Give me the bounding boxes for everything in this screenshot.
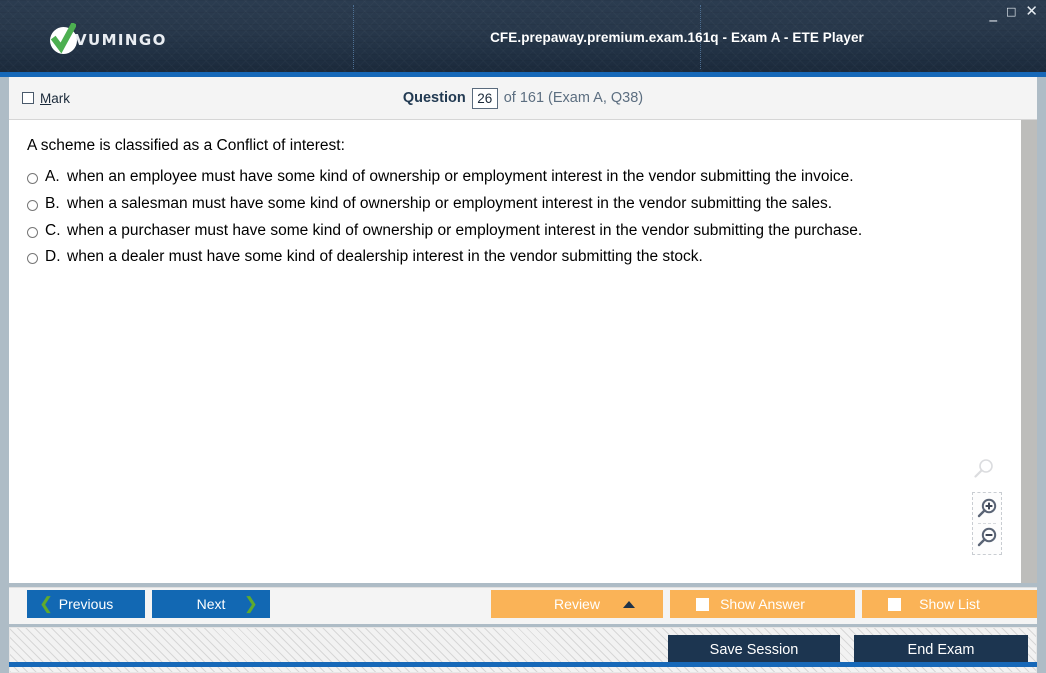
magnifier-icon[interactable]	[972, 457, 996, 481]
minimize-icon[interactable]: _	[990, 6, 998, 21]
zoom-tools	[972, 457, 1002, 555]
question-stem: A scheme is classified as a Conflict of …	[27, 137, 345, 154]
question-number-input[interactable]	[471, 87, 498, 109]
option-text-b: when a salesman must have some kind of o…	[67, 194, 833, 212]
mark-label: Mark	[40, 91, 70, 106]
radio-d[interactable]	[27, 253, 38, 265]
mark-checkbox-group[interactable]: Mark	[22, 91, 70, 106]
end-exam-button[interactable]: End Exam	[854, 635, 1028, 665]
ete-player-window: Vumingo CFE.prepaway.premium.exam.161q -…	[0, 0, 1046, 673]
zoom-button-group	[972, 492, 1002, 555]
review-button[interactable]: Review	[491, 590, 663, 618]
chevron-up-icon	[623, 600, 635, 608]
show-answer-checkbox-icon	[696, 597, 709, 611]
answer-options-list: A. when an employee must have some kind …	[27, 167, 1004, 267]
show-answer-button-label: Show Answer	[720, 596, 805, 612]
question-word: Question	[402, 90, 466, 106]
maximize-icon[interactable]: □	[1006, 6, 1016, 17]
option-text-c: when a purchaser must have some kind of …	[67, 221, 863, 239]
mark-checkbox[interactable]	[22, 92, 34, 104]
check-circle-icon	[50, 22, 77, 54]
close-icon[interactable]: ✕	[1025, 4, 1038, 19]
answer-option-b[interactable]: B. when a salesman must have some kind o…	[27, 194, 1004, 215]
question-header-bar: Mark Question of 161 (Exam A, Q38)	[9, 77, 1037, 120]
option-letter-a: A.	[45, 168, 60, 186]
end-exam-label: End Exam	[907, 642, 975, 658]
option-letter-b: B.	[45, 194, 60, 212]
option-text-d: when a dealer must have some kind of dea…	[67, 248, 703, 266]
radio-b[interactable]	[27, 199, 38, 211]
checkmark-icon	[51, 22, 76, 54]
chevron-left-icon: ❮	[39, 594, 54, 614]
question-content-area: A scheme is classified as a Conflict of …	[9, 120, 1037, 583]
title-bar: Vumingo CFE.prepaway.premium.exam.161q -…	[0, 0, 1046, 77]
show-list-button-label: Show List	[919, 596, 980, 612]
radio-c[interactable]	[27, 226, 38, 238]
question-total-label: of 161 (Exam A, Q38)	[503, 90, 644, 106]
question-body: A scheme is classified as a Conflict of …	[9, 120, 1020, 583]
option-text-a: when an employee must have some kind of …	[67, 168, 854, 186]
show-list-button[interactable]: Show List	[862, 590, 1037, 618]
answer-option-a[interactable]: A. when an employee must have some kind …	[27, 167, 1004, 188]
option-letter-c: C.	[45, 221, 61, 239]
radio-a[interactable]	[27, 173, 38, 185]
brand-name: Vumingo	[75, 31, 167, 49]
mark-label-rest: ark	[51, 90, 71, 106]
vertical-scrollbar[interactable]	[1020, 120, 1037, 583]
answer-option-c[interactable]: C. when a purchaser must have some kind …	[27, 221, 1004, 242]
vumingo-logo: Vumingo	[50, 22, 167, 56]
bottom-accent-bar	[9, 662, 1037, 667]
previous-button[interactable]: ❮ Previous	[27, 590, 145, 618]
next-button-label: Next	[196, 596, 226, 612]
window-controls: _ □ ✕	[990, 4, 1038, 21]
show-list-checkbox-icon	[888, 597, 901, 611]
previous-button-label: Previous	[58, 596, 114, 612]
chevron-right-icon: ❯	[243, 594, 258, 614]
save-session-button[interactable]: Save Session	[668, 635, 840, 665]
mark-accelerator: M	[40, 90, 52, 106]
option-letter-d: D.	[45, 248, 61, 266]
review-button-label: Review	[554, 596, 600, 612]
zoom-divider	[978, 523, 996, 524]
question-counter: Question of 161 (Exam A, Q38)	[9, 87, 1037, 109]
answer-option-d[interactable]: D. when a dealer must have some kind of …	[27, 247, 1004, 268]
window-title: CFE.prepaway.premium.exam.161q - Exam A …	[490, 30, 864, 45]
save-session-label: Save Session	[709, 642, 799, 658]
zoom-in-icon[interactable]	[975, 497, 999, 521]
show-answer-button[interactable]: Show Answer	[670, 590, 855, 618]
zoom-out-icon[interactable]	[975, 526, 999, 550]
next-button[interactable]: Next ❯	[152, 590, 270, 618]
action-bar: ❮ Previous Next ❯ Review Show Answer Sho…	[9, 587, 1037, 624]
